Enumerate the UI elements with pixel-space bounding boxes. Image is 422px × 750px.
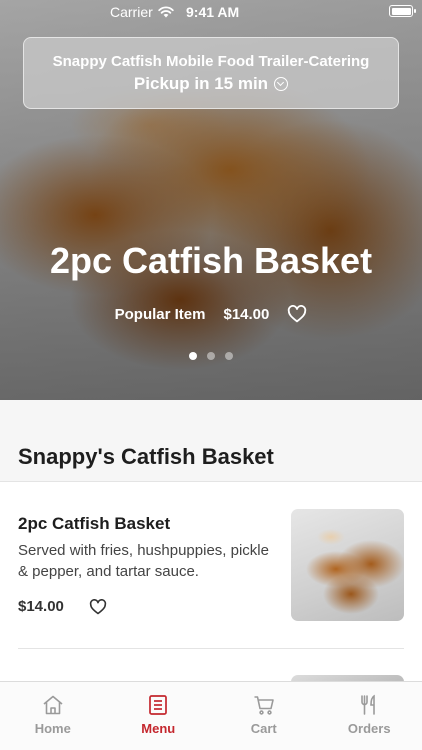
- popular-badge: Popular Item: [114, 305, 206, 323]
- item-divider: [18, 648, 404, 649]
- menu-icon: [149, 695, 168, 715]
- tab-home[interactable]: Home: [0, 682, 106, 750]
- utensils-icon: [361, 694, 376, 715]
- tab-orders[interactable]: Orders: [317, 682, 422, 750]
- carousel-dots[interactable]: [0, 352, 422, 360]
- pickup-time-row[interactable]: Pickup in 15 min: [24, 74, 398, 94]
- item-name: 2pc Catfish Basket: [18, 514, 171, 533]
- item-description: Served with fries, hushpuppies, pickle &…: [18, 542, 269, 580]
- carousel-dot[interactable]: [225, 352, 233, 360]
- carousel-dot[interactable]: [189, 352, 197, 360]
- cart-icon: [254, 696, 274, 715]
- hero-item-title: 2pc Catfish Basket: [49, 240, 373, 281]
- menu-section-header: Snappy's Catfish Basket: [0, 400, 422, 482]
- hero-item-meta: Popular Item $14.00: [0, 305, 422, 323]
- wifi-icon: [158, 6, 174, 18]
- hero-item-price: $14.00: [223, 305, 270, 323]
- tab-cart-label: Cart: [250, 721, 277, 736]
- status-bar: Carrier 9:41 AM: [0, 0, 422, 24]
- status-time: 9:41 AM: [186, 4, 240, 20]
- status-carrier: Carrier: [110, 4, 174, 20]
- tab-menu[interactable]: Menu: [106, 682, 212, 750]
- heart-icon[interactable]: [287, 305, 307, 323]
- battery-icon: [389, 5, 416, 17]
- battery-level: [391, 7, 411, 15]
- bottom-tab-bar: Home Menu Cart Orders: [0, 681, 422, 750]
- restaurant-name: Snappy Catfish Mobile Food Trailer-Cater…: [52, 53, 370, 70]
- section-title: Snappy's Catfish Basket: [18, 444, 274, 469]
- favorite-heart-icon[interactable]: [89, 599, 107, 615]
- item-photo[interactable]: [291, 509, 404, 621]
- restaurant-pickup-selector[interactable]: Snappy Catfish Mobile Food Trailer-Cater…: [23, 37, 399, 109]
- tab-home-label: Home: [34, 721, 71, 736]
- tab-menu-label: Menu: [141, 721, 176, 736]
- carousel-dot[interactable]: [207, 352, 215, 360]
- tab-cart[interactable]: Cart: [211, 682, 317, 750]
- hero-banner[interactable]: Carrier 9:41 AM Snappy Catfish Mobile Fo…: [0, 0, 422, 400]
- menu-item-card[interactable]: 2pc Catfish Basket Served with fries, hu…: [0, 482, 422, 650]
- chevron-down-circle-icon: [274, 77, 289, 91]
- carrier-label: Carrier: [110, 4, 153, 20]
- pickup-time-label: Pickup in 15 min: [133, 74, 269, 93]
- tab-orders-label: Orders: [347, 721, 391, 736]
- item-price: $14.00: [18, 598, 64, 615]
- home-icon: [43, 695, 63, 715]
